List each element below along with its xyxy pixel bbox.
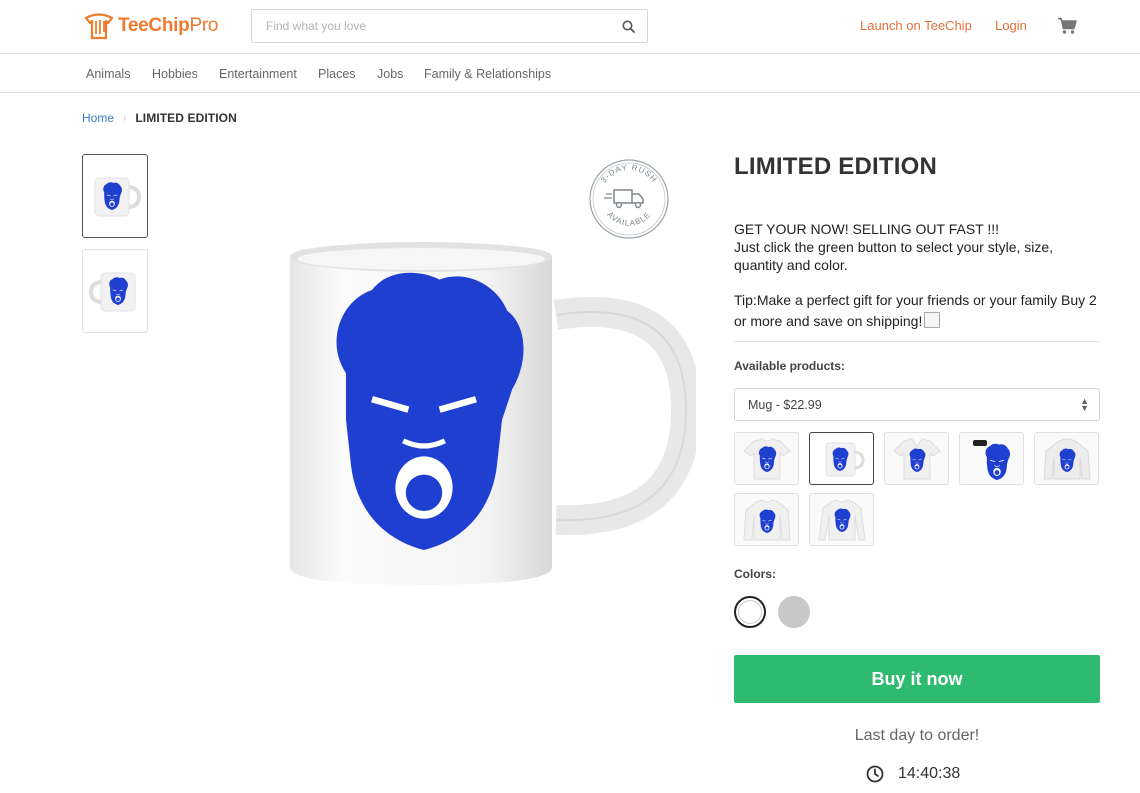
color-swatch-white[interactable] (734, 596, 766, 628)
rush-badge: 3-DAY RUSH AVAILABLE (589, 159, 669, 239)
last-day-text: Last day to order! (854, 727, 980, 744)
nav-hobbies[interactable]: Hobbies (152, 67, 198, 81)
search-icon[interactable] (622, 20, 635, 33)
vneck-image (892, 437, 941, 479)
nav-entertainment[interactable]: Entertainment (219, 67, 297, 81)
cart-icon[interactable] (1058, 17, 1077, 35)
launch-link[interactable]: Launch on TeeChip (860, 18, 972, 33)
mug-thumbnail-image (94, 177, 141, 217)
search-box (251, 9, 648, 43)
search-input[interactable] (252, 10, 602, 42)
select-arrows-icon: ▲ ▼ (1080, 396, 1089, 413)
clock-icon (866, 765, 884, 783)
image-thumbnail-1[interactable] (82, 154, 148, 238)
nav-places[interactable]: Places (318, 67, 356, 81)
timer-value: 14:40:38 (898, 765, 961, 782)
breadcrumb: Home › LIMITED EDITION (82, 111, 237, 125)
phone-case-image (972, 439, 1010, 480)
image-thumbnail-2[interactable] (82, 249, 148, 333)
tshirt-image (742, 437, 791, 479)
product-option-vneck[interactable] (884, 432, 949, 485)
product-option-sweatshirt[interactable] (734, 493, 799, 546)
mug-thumbnail-image (89, 272, 136, 312)
product-title: LIMITED EDITION (734, 153, 937, 180)
color-swatch-grey[interactable] (778, 596, 810, 628)
product-description: GET YOUR NOW! SELLING OUT FAST !!! Just … (734, 220, 1104, 274)
section-divider (734, 341, 1100, 342)
product-option-hoodie[interactable] (1034, 432, 1099, 485)
product-option-tshirt[interactable] (734, 432, 799, 485)
category-nav: Animals Hobbies Entertainment Places Job… (0, 55, 1140, 93)
mug-image (825, 442, 865, 476)
countdown-timer: 14:40:38 (866, 765, 960, 783)
product-main-image[interactable] (276, 235, 696, 595)
nav-jobs[interactable]: Jobs (377, 67, 403, 81)
tip-text: Tip:Make a perfect gift for your friends… (734, 292, 1097, 329)
product-option-phone-case[interactable] (959, 432, 1024, 485)
logo-text: TeeChipPro (118, 15, 219, 36)
product-option-mug[interactable] (809, 432, 874, 485)
available-products-label: Available products: (734, 359, 845, 373)
breadcrumb-home[interactable]: Home (82, 111, 114, 125)
description-line-1: GET YOUR NOW! SELLING OUT FAST !!! (734, 221, 1000, 237)
nav-animals[interactable]: Animals (86, 67, 130, 81)
logo-icon (84, 13, 114, 40)
login-link[interactable]: Login (995, 18, 1027, 33)
description-line-2: Just click the green button to select yo… (734, 239, 1054, 273)
sweatshirt-image (742, 498, 791, 540)
broken-image-icon (924, 312, 941, 328)
breadcrumb-current: LIMITED EDITION (135, 111, 237, 125)
long-sleeve-image (817, 498, 866, 540)
product-tip: Tip:Make a perfect gift for your friends… (734, 290, 1104, 332)
product-option-long-sleeve[interactable] (809, 493, 874, 546)
nav-family-relationships[interactable]: Family & Relationships (424, 67, 551, 81)
breadcrumb-separator: › (123, 112, 127, 124)
site-logo[interactable]: TeeChipPro (84, 11, 218, 41)
selected-product: Mug - $22.99 (748, 397, 822, 412)
colors-label: Colors: (734, 567, 776, 581)
site-header: TeeChipPro Launch on TeeChip Login (0, 0, 1140, 54)
hoodie-image (1042, 438, 1091, 479)
buy-now-button[interactable]: Buy it now (734, 655, 1100, 703)
product-select[interactable]: Mug - $22.99 ▲ ▼ (734, 388, 1100, 421)
